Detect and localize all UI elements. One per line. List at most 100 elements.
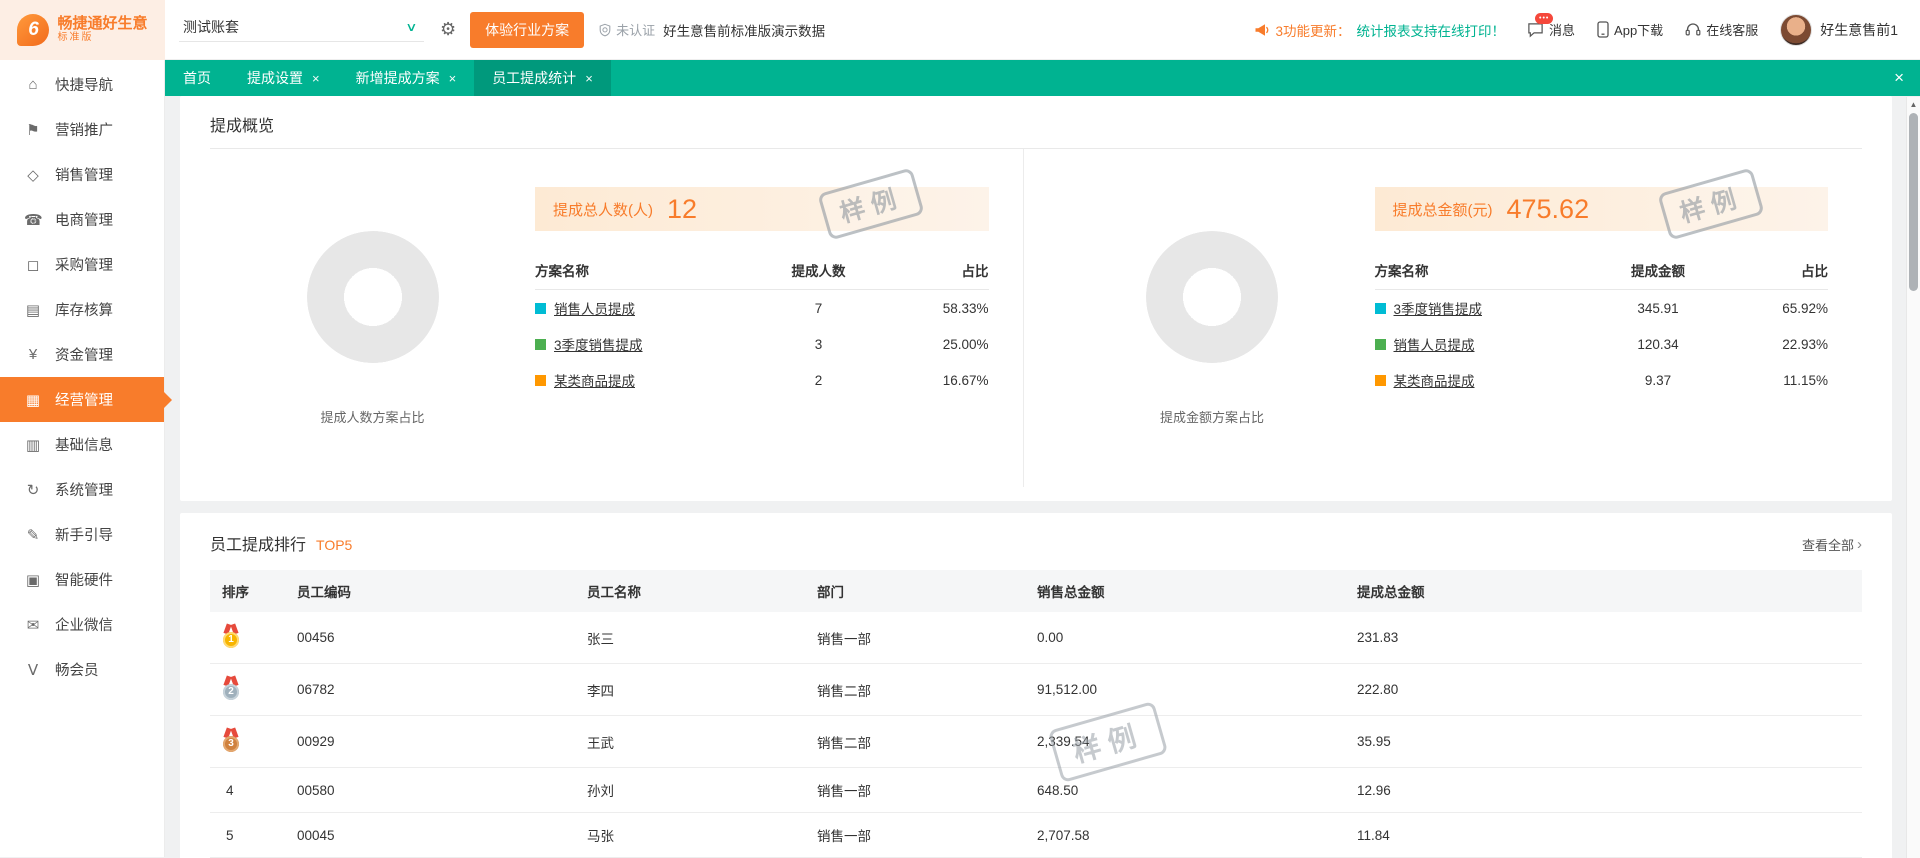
- package-icon: ◻: [24, 256, 42, 274]
- shield-icon: [598, 23, 612, 37]
- legend-swatch: [535, 339, 546, 350]
- sample-watermark: 样例: [818, 167, 925, 240]
- account-set-dropdown[interactable]: 测试账套 ∨: [179, 17, 424, 42]
- close-all-tabs-icon[interactable]: ×: [1878, 60, 1920, 96]
- sidebar-item-basic-info[interactable]: ▥基础信息: [0, 422, 164, 467]
- sidebar-item-label: 采购管理: [55, 254, 113, 275]
- col-headcount: 提成人数: [759, 260, 879, 280]
- sidebar-item-smart-hardware[interactable]: ▣智能硬件: [0, 557, 164, 602]
- settings-gear-icon[interactable]: ⚙: [440, 19, 456, 40]
- amount-plan-table: 方案名称 提成金额 占比 3季度销售提成 345.91 65.92%: [1375, 251, 1829, 398]
- cert-status[interactable]: 未认证: [598, 20, 655, 39]
- legend-swatch: [535, 375, 546, 386]
- cell-percent: 16.67%: [879, 373, 989, 388]
- cell-percent: 11.15%: [1718, 373, 1828, 388]
- online-service-button[interactable]: 在线客服: [1685, 20, 1758, 39]
- sidebar-item-sales[interactable]: ◇销售管理: [0, 152, 164, 197]
- view-all-link[interactable]: 查看全部 ›: [1802, 535, 1862, 554]
- tab-bar: 首页 提成设置× 新增提成方案× 员工提成统计× ×: [165, 60, 1920, 96]
- member-icon: Ⅴ: [24, 661, 42, 679]
- sidebar-item-beginner-guide[interactable]: ✎新手引导: [0, 512, 164, 557]
- sidebar-item-operations[interactable]: ▦经营管理: [0, 377, 164, 422]
- sidebar-item-procurement[interactable]: ◻ 采购管理: [0, 242, 164, 287]
- home-icon: ⌂: [24, 76, 42, 93]
- bronze-medal-icon: 3: [222, 728, 240, 752]
- tab-commission-settings[interactable]: 提成设置×: [229, 60, 338, 96]
- cell-employee-name: 张三: [575, 612, 805, 664]
- chat-bubble-icon: [1527, 22, 1544, 38]
- amount-donut-caption: 提成金额方案占比: [1160, 407, 1264, 426]
- cell-employee-code: 00580: [285, 768, 575, 813]
- close-icon[interactable]: ×: [449, 71, 457, 86]
- table-row: 销售人员提成 120.34 22.93%: [1375, 326, 1829, 362]
- table-row: 5 00045 马张 销售一部 2,707.58 11.84: [210, 813, 1862, 858]
- announcement-prefix: 3功能更新：: [1276, 20, 1351, 40]
- sidebar-item-marketing[interactable]: ⚑营销推广: [0, 107, 164, 152]
- sidebar-item-label: 智能硬件: [55, 569, 113, 590]
- scroll-up-arrow[interactable]: ▲: [1907, 97, 1920, 111]
- megaphone-icon: [1254, 22, 1270, 38]
- messages-label: 消息: [1549, 20, 1575, 39]
- sidebar-item-system[interactable]: ↻系统管理: [0, 467, 164, 512]
- cell-department: 销售二部: [805, 716, 1025, 768]
- tab-label: 首页: [183, 68, 211, 88]
- sidebar-item-label: 企业微信: [55, 614, 113, 635]
- view-all-label: 查看全部: [1802, 535, 1854, 554]
- plan-link[interactable]: 销售人员提成: [554, 298, 635, 318]
- plan-link[interactable]: 某类商品提成: [1394, 370, 1475, 390]
- announcement-banner[interactable]: 3功能更新： 统计报表支持在线打印！: [1254, 20, 1506, 40]
- col-employee-code: 员工编码: [285, 570, 575, 612]
- messages-button[interactable]: ••• 消息: [1527, 20, 1575, 39]
- industry-solution-button[interactable]: 体验行业方案: [470, 12, 584, 48]
- close-icon[interactable]: ×: [585, 71, 593, 86]
- app-download-button[interactable]: App下载: [1597, 20, 1663, 39]
- plan-link[interactable]: 某类商品提成: [554, 370, 635, 390]
- tab-home[interactable]: 首页: [165, 60, 229, 96]
- cell-total-commission: 12.96: [1345, 768, 1862, 813]
- sidebar-item-ecommerce[interactable]: ☎电商管理: [0, 197, 164, 242]
- left-sidebar: ⌂ 快捷导航 ⚑营销推广 ◇销售管理 ☎电商管理 ◻ 采购管理 ▤库存核算 ¥资金管…: [0, 60, 165, 857]
- cell-rank: 4: [210, 768, 285, 813]
- edition-badge: 标准版: [57, 32, 147, 44]
- total-amount-label: 提成总金额(元): [1393, 199, 1493, 220]
- sidebar-item-member[interactable]: Ⅴ畅会员: [0, 647, 164, 692]
- list-icon: ▥: [24, 436, 42, 454]
- announcement-text: 统计报表支持在线打印！: [1357, 20, 1506, 40]
- col-percent: 占比: [879, 260, 989, 280]
- refresh-icon: ↻: [24, 481, 42, 499]
- headcount-donut-caption: 提成人数方案占比: [320, 407, 424, 426]
- sidebar-item-label: 快捷导航: [55, 74, 113, 95]
- sidebar-item-inventory[interactable]: ▤库存核算: [0, 287, 164, 332]
- cell-value: 345.91: [1598, 301, 1718, 316]
- total-amount-strip: 提成总金额(元) 475.62 样例: [1375, 187, 1829, 231]
- tab-new-commission-plan[interactable]: 新增提成方案×: [338, 60, 475, 96]
- scrollbar-thumb[interactable]: [1909, 113, 1918, 291]
- col-rank: 排序: [210, 570, 285, 612]
- legend-swatch: [1375, 303, 1386, 314]
- legend-swatch: [535, 303, 546, 314]
- col-total-sales: 销售总金额: [1025, 570, 1345, 612]
- sidebar-item-funds[interactable]: ¥资金管理: [0, 332, 164, 377]
- cell-rank: 2: [210, 664, 285, 716]
- table-row: 3季度销售提成 3 25.00%: [535, 326, 989, 362]
- avatar: [1780, 14, 1812, 46]
- overview-title: 提成概览: [210, 112, 1862, 149]
- user-menu[interactable]: 好生意售前1: [1780, 14, 1898, 46]
- cell-percent: 65.92%: [1718, 301, 1828, 316]
- sidebar-item-wecom[interactable]: ✉企业微信: [0, 602, 164, 647]
- cell-employee-code: 00929: [285, 716, 575, 768]
- col-amount: 提成金额: [1598, 260, 1718, 280]
- sidebar-item-quick-nav[interactable]: ⌂ 快捷导航: [0, 62, 164, 107]
- close-icon[interactable]: ×: [312, 71, 320, 86]
- brand-name: 畅捷通好生意: [57, 15, 147, 32]
- table-row: 1 00456 张三 销售一部 0.00 231.83: [210, 612, 1862, 664]
- cell-employee-code: 00456: [285, 612, 575, 664]
- app-download-label: App下载: [1614, 20, 1663, 39]
- tab-employee-commission-stats[interactable]: 员工提成统计×: [474, 60, 611, 96]
- plan-link[interactable]: 3季度销售提成: [554, 334, 643, 354]
- cell-value: 9.37: [1598, 373, 1718, 388]
- vertical-scrollbar[interactable]: ▲: [1906, 97, 1920, 858]
- plan-link[interactable]: 销售人员提成: [1394, 334, 1475, 354]
- sample-watermark: 样例: [1657, 167, 1764, 240]
- plan-link[interactable]: 3季度销售提成: [1394, 298, 1483, 318]
